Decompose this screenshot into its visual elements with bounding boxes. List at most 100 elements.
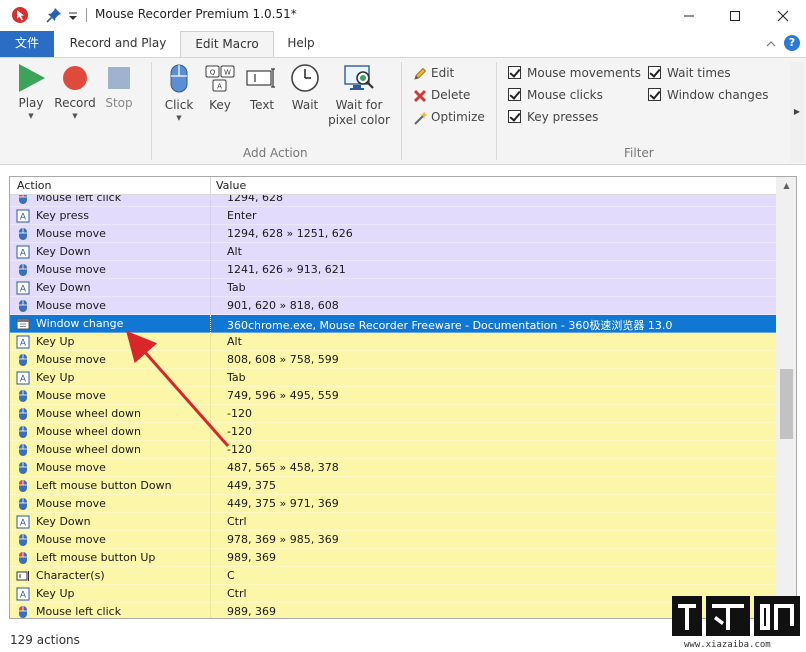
column-header-action[interactable]: Action bbox=[17, 179, 51, 192]
key-icon: A bbox=[16, 281, 30, 295]
quick-access-dropdown-icon[interactable] bbox=[66, 5, 80, 25]
edit-button[interactable]: Edit bbox=[412, 64, 454, 82]
table-row[interactable]: Left mouse button Down 449, 375 bbox=[10, 477, 776, 495]
minimize-button[interactable] bbox=[666, 0, 712, 31]
row-value: 1241, 626 » 913, 621 bbox=[227, 263, 346, 276]
row-value: 901, 620 » 818, 608 bbox=[227, 299, 339, 312]
table-row[interactable]: A Key Up Tab bbox=[10, 369, 776, 387]
row-action: Mouse move bbox=[36, 533, 106, 546]
filter-window-changes-checkbox[interactable]: Window changes bbox=[648, 86, 769, 104]
row-value: 487, 565 » 458, 378 bbox=[227, 461, 339, 474]
scrollbar-thumb[interactable] bbox=[780, 369, 793, 439]
cell-divider bbox=[210, 351, 211, 369]
text-field-icon bbox=[246, 68, 275, 88]
help-button[interactable]: ? bbox=[784, 35, 800, 51]
action-list[interactable]: Mouse left click 1294, 628 A Key press Enter… bbox=[9, 176, 797, 619]
row-value: Tab bbox=[227, 281, 246, 294]
cell-divider bbox=[210, 459, 211, 477]
row-value: 978, 369 » 985, 369 bbox=[227, 533, 339, 546]
filter-key-presses-checkbox[interactable]: Key presses bbox=[508, 108, 598, 126]
play-dropdown-icon[interactable]: ▼ bbox=[14, 112, 48, 120]
action-count: 129 actions bbox=[10, 633, 80, 647]
mouse-left-icon bbox=[19, 606, 27, 618]
table-row[interactable]: Mouse move 978, 369 » 985, 369 bbox=[10, 531, 776, 549]
column-divider[interactable] bbox=[210, 177, 211, 195]
table-row[interactable]: Mouse move 1241, 626 » 913, 621 bbox=[10, 261, 776, 279]
mouse-left-icon bbox=[19, 552, 27, 564]
cell-divider bbox=[210, 315, 211, 333]
close-button[interactable] bbox=[760, 0, 806, 31]
minimize-icon bbox=[684, 15, 694, 16]
table-row[interactable]: Mouse move 901, 620 » 818, 608 bbox=[10, 297, 776, 315]
table-row[interactable]: Mouse wheel down -120 bbox=[10, 441, 776, 459]
ribbon-scroll-right-icon[interactable]: ▶ bbox=[790, 62, 804, 162]
vertical-scrollbar[interactable]: ▲ ▼ bbox=[776, 177, 796, 618]
tab-file[interactable]: 文件 bbox=[0, 31, 54, 57]
table-row[interactable]: A Key Up Ctrl bbox=[10, 585, 776, 603]
svg-text:A: A bbox=[20, 213, 27, 223]
tab-record-and-play[interactable]: Record and Play bbox=[58, 31, 178, 57]
pin-icon[interactable] bbox=[44, 5, 64, 25]
text-button[interactable]: Text bbox=[244, 60, 280, 113]
delete-button[interactable]: Delete bbox=[412, 86, 470, 104]
row-action: Key Up bbox=[36, 371, 75, 384]
filter-wait-times-checkbox[interactable]: Wait times bbox=[648, 64, 731, 82]
row-action: Mouse move bbox=[36, 497, 106, 510]
table-row[interactable]: Left mouse button Up 989, 369 bbox=[10, 549, 776, 567]
click-dropdown-icon[interactable]: ▼ bbox=[160, 114, 198, 122]
app-logo-icon bbox=[12, 7, 28, 23]
maximize-button[interactable] bbox=[712, 0, 758, 31]
mouse-icon bbox=[19, 390, 27, 402]
ribbon-separator bbox=[496, 62, 497, 160]
play-button[interactable]: Play ▼ bbox=[14, 60, 48, 120]
stop-button[interactable]: Stop bbox=[102, 60, 136, 111]
magic-wand-icon bbox=[414, 110, 428, 125]
play-icon bbox=[19, 64, 45, 92]
wait-button[interactable]: Wait bbox=[287, 60, 323, 113]
collapse-ribbon-icon[interactable] bbox=[764, 37, 778, 51]
stop-label: Stop bbox=[105, 96, 133, 110]
filter-mouse-movements-checkbox[interactable]: Mouse movements bbox=[508, 64, 641, 82]
table-row[interactable]: Mouse left click 989, 369 bbox=[10, 603, 776, 618]
key-button[interactable]: Q W A Key bbox=[203, 60, 237, 113]
scroll-up-icon[interactable]: ▲ bbox=[776, 177, 796, 194]
tab-help[interactable]: Help bbox=[276, 31, 326, 57]
table-row-selected[interactable]: Window change 360chrome.exe, Mouse Record… bbox=[10, 315, 776, 333]
table-row[interactable]: Mouse wheel down -120 bbox=[10, 423, 776, 441]
row-action: Mouse move bbox=[36, 299, 106, 312]
table-row[interactable]: Mouse move 487, 565 » 458, 378 bbox=[10, 459, 776, 477]
row-action: Mouse wheel down bbox=[36, 407, 141, 420]
table-row[interactable]: Mouse move 1294, 628 » 1251, 626 bbox=[10, 225, 776, 243]
click-button[interactable]: Click ▼ bbox=[160, 60, 198, 122]
table-row[interactable]: Mouse move 749, 596 » 495, 559 bbox=[10, 387, 776, 405]
table-row[interactable]: Mouse wheel down -120 bbox=[10, 405, 776, 423]
text-icon bbox=[16, 571, 29, 581]
window-icon bbox=[16, 318, 30, 330]
optimize-button[interactable]: Optimize bbox=[412, 108, 485, 126]
record-button[interactable]: Record ▼ bbox=[52, 60, 98, 120]
row-action: Mouse move bbox=[36, 353, 106, 366]
table-row[interactable]: A Key press Enter bbox=[10, 207, 776, 225]
table-row[interactable]: A Key Down Ctrl bbox=[10, 513, 776, 531]
stop-icon bbox=[108, 67, 130, 89]
column-header-value[interactable]: Value bbox=[216, 179, 246, 192]
table-row[interactable]: Character(s) C bbox=[10, 567, 776, 585]
table-row[interactable]: A Key Up Alt bbox=[10, 333, 776, 351]
table-row[interactable]: A Key Down Alt bbox=[10, 243, 776, 261]
svg-text:A: A bbox=[20, 519, 27, 529]
svg-text:A: A bbox=[217, 83, 222, 91]
wait-for-pixel-color-button[interactable]: Wait for pixel color bbox=[326, 60, 392, 128]
mouse-icon bbox=[19, 444, 27, 456]
table-row[interactable]: Mouse move 808, 608 » 758, 599 bbox=[10, 351, 776, 369]
table-row[interactable]: A Key Down Tab bbox=[10, 279, 776, 297]
row-value: Alt bbox=[227, 335, 242, 348]
svg-text:A: A bbox=[20, 249, 27, 259]
table-row[interactable]: Mouse move 449, 375 » 971, 369 bbox=[10, 495, 776, 513]
cell-divider bbox=[210, 369, 211, 387]
record-dropdown-icon[interactable]: ▼ bbox=[52, 112, 98, 120]
maximize-icon bbox=[730, 10, 740, 21]
wait-label: Wait bbox=[291, 98, 319, 112]
tab-edit-macro[interactable]: Edit Macro bbox=[180, 31, 274, 58]
filter-mouse-clicks-checkbox[interactable]: Mouse clicks bbox=[508, 86, 603, 104]
checkbox-checked-icon bbox=[648, 66, 661, 79]
